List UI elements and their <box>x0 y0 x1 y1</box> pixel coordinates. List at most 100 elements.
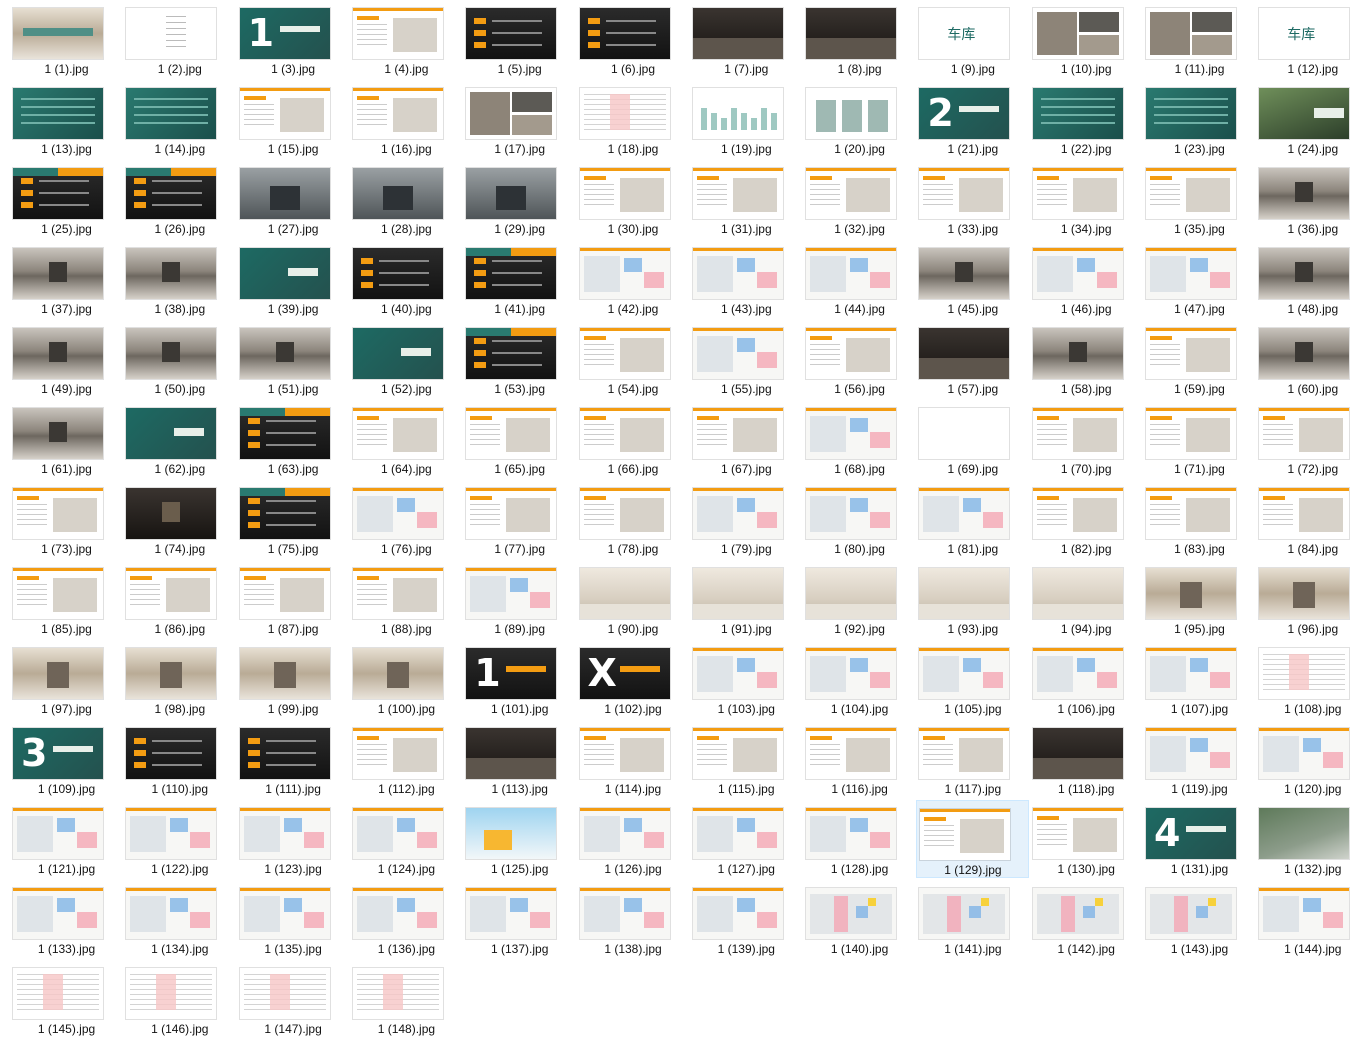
file-item[interactable]: 1 (73).jpg <box>10 480 123 558</box>
file-item[interactable]: 1 (133).jpg <box>10 880 123 958</box>
file-thumbnail[interactable] <box>1259 328 1350 379</box>
file-thumbnail[interactable] <box>1146 728 1236 779</box>
file-thumbnail[interactable]: 1 <box>239 8 330 59</box>
file-item[interactable]: 1 (112).jpg <box>350 720 463 798</box>
file-item[interactable]: 1 (25).jpg <box>10 160 123 238</box>
file-item[interactable]: 1 (57).jpg <box>916 320 1029 398</box>
file-thumbnail[interactable] <box>579 408 670 459</box>
file-item[interactable]: 1 (55).jpg <box>690 320 803 398</box>
file-item[interactable]: 1 (97).jpg <box>10 640 123 718</box>
file-thumbnail[interactable] <box>1032 728 1123 779</box>
file-thumbnail[interactable] <box>919 648 1010 699</box>
file-item[interactable]: 1 (14).jpg <box>123 80 236 158</box>
file-thumbnail[interactable] <box>1032 408 1123 459</box>
file-thumbnail[interactable] <box>126 888 217 939</box>
file-item[interactable]: 1 (104).jpg <box>803 640 916 718</box>
file-item[interactable]: 1 (110).jpg <box>123 720 236 798</box>
file-item[interactable]: 1 (137).jpg <box>463 880 576 958</box>
file-thumbnail[interactable] <box>692 168 783 219</box>
file-thumbnail[interactable] <box>466 88 557 139</box>
file-thumbnail[interactable] <box>919 328 1010 379</box>
file-thumbnail[interactable] <box>692 568 783 619</box>
file-item[interactable]: 1 (127).jpg <box>690 800 803 878</box>
file-thumbnail[interactable] <box>352 968 443 1019</box>
file-thumbnail[interactable] <box>126 728 217 779</box>
file-thumbnail[interactable] <box>1032 88 1123 139</box>
file-thumbnail[interactable] <box>579 248 670 299</box>
file-item[interactable]: 1 (13).jpg <box>10 80 123 158</box>
file-item[interactable]: 3 1 (109).jpg <box>10 720 123 798</box>
file-thumbnail[interactable] <box>692 8 783 59</box>
file-thumbnail[interactable] <box>692 728 783 779</box>
file-item[interactable]: 1 (22).jpg <box>1030 80 1143 158</box>
file-thumbnail[interactable] <box>1259 728 1350 779</box>
file-thumbnail[interactable] <box>806 888 897 939</box>
file-thumbnail[interactable] <box>1259 888 1350 939</box>
file-thumbnail[interactable] <box>1146 248 1236 299</box>
file-item[interactable]: 1 (44).jpg <box>803 240 916 318</box>
file-item[interactable]: 1 (20).jpg <box>803 80 916 158</box>
file-item[interactable]: 1 (86).jpg <box>123 560 236 638</box>
file-item[interactable]: 1 (147).jpg <box>237 960 350 1038</box>
file-item[interactable]: 1 (120).jpg <box>1256 720 1360 798</box>
file-thumbnail[interactable] <box>1146 88 1236 139</box>
file-thumbnail[interactable] <box>579 8 670 59</box>
file-item[interactable]: 1 (58).jpg <box>1030 320 1143 398</box>
file-thumbnail[interactable] <box>13 408 103 459</box>
file-item[interactable]: 4 1 (131).jpg <box>1143 800 1256 878</box>
file-thumbnail[interactable] <box>13 8 103 59</box>
file-item[interactable]: 1 (18).jpg <box>577 80 690 158</box>
file-item[interactable]: 1 (35).jpg <box>1143 160 1256 238</box>
file-thumbnail[interactable] <box>239 808 330 859</box>
file-item[interactable]: 1 (60).jpg <box>1256 320 1360 398</box>
file-item[interactable]: 1 (50).jpg <box>123 320 236 398</box>
file-thumbnail[interactable] <box>1259 408 1350 459</box>
file-thumbnail[interactable] <box>466 248 557 299</box>
file-item[interactable]: 1 (99).jpg <box>237 640 350 718</box>
file-thumbnail[interactable] <box>13 248 103 299</box>
file-item[interactable]: 1 (8).jpg <box>803 0 916 78</box>
file-thumbnail[interactable] <box>806 568 897 619</box>
file-thumbnail[interactable]: 4 <box>1146 808 1236 859</box>
file-thumbnail[interactable] <box>919 488 1010 539</box>
file-item[interactable]: 1 (114).jpg <box>577 720 690 798</box>
file-thumbnail[interactable] <box>919 888 1010 939</box>
file-item[interactable]: 1 (100).jpg <box>350 640 463 718</box>
file-thumbnail[interactable] <box>239 88 330 139</box>
file-item[interactable]: 1 (78).jpg <box>577 480 690 558</box>
file-item[interactable]: 1 (29).jpg <box>463 160 576 238</box>
file-thumbnail[interactable] <box>1259 488 1350 539</box>
file-thumbnail[interactable] <box>806 168 897 219</box>
file-item[interactable]: 1 1 (101).jpg <box>463 640 576 718</box>
file-item[interactable]: 车库 1 (9).jpg <box>916 0 1029 78</box>
file-thumbnail[interactable] <box>239 488 330 539</box>
file-item[interactable]: 1 (144).jpg <box>1256 880 1360 958</box>
file-item[interactable]: 1 (26).jpg <box>123 160 236 238</box>
file-thumbnail[interactable] <box>352 328 443 379</box>
file-item[interactable]: 1 (129).jpg <box>916 800 1030 878</box>
file-thumbnail[interactable] <box>352 488 443 539</box>
file-item[interactable]: 1 (146).jpg <box>123 960 236 1038</box>
file-item[interactable]: 1 (43).jpg <box>690 240 803 318</box>
file-thumbnail[interactable] <box>692 328 783 379</box>
file-thumbnail[interactable] <box>1032 168 1123 219</box>
file-thumbnail[interactable] <box>1032 568 1123 619</box>
file-thumbnail[interactable] <box>13 968 103 1019</box>
file-item[interactable]: 1 (139).jpg <box>690 880 803 958</box>
file-thumbnail[interactable] <box>1032 648 1123 699</box>
file-item[interactable]: 1 (85).jpg <box>10 560 123 638</box>
file-thumbnail[interactable] <box>239 648 330 699</box>
file-item[interactable]: 1 (105).jpg <box>916 640 1029 718</box>
file-item[interactable]: 1 (10).jpg <box>1030 0 1143 78</box>
file-item[interactable]: 1 (41).jpg <box>463 240 576 318</box>
file-thumbnail[interactable] <box>466 408 557 459</box>
file-item[interactable]: 1 (148).jpg <box>350 960 463 1038</box>
file-thumbnail[interactable] <box>352 8 443 59</box>
file-item[interactable]: 1 (90).jpg <box>577 560 690 638</box>
file-item[interactable]: 1 (113).jpg <box>463 720 576 798</box>
file-item[interactable]: 1 (16).jpg <box>350 80 463 158</box>
file-thumbnail[interactable] <box>352 568 443 619</box>
file-item[interactable]: 1 (96).jpg <box>1256 560 1360 638</box>
file-thumbnail[interactable] <box>1032 8 1123 59</box>
file-item[interactable]: 1 (117).jpg <box>916 720 1029 798</box>
